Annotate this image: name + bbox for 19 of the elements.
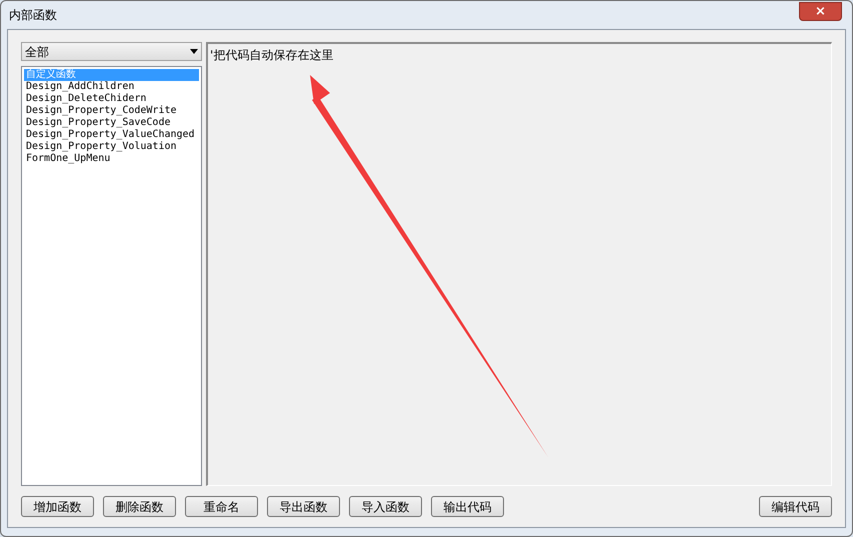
function-list-item[interactable]: Design_Property_Voluation [24,141,199,153]
close-button[interactable]: × [799,2,842,20]
function-list-item[interactable]: FormOne_UpMenu [24,153,199,165]
function-list-item[interactable]: Design_Property_ValueChanged [24,129,199,141]
filter-dropdown[interactable]: 全部 [21,42,202,61]
dropdown-arrow-icon [190,49,198,54]
action-button[interactable]: 输出代码 [431,496,504,517]
action-button[interactable]: 重命名 [185,496,258,517]
edit-code-button[interactable]: 编辑代码 [759,496,832,517]
action-button[interactable]: 导出函数 [267,496,340,517]
function-list-item[interactable]: Design_DeleteChidern [24,93,199,105]
action-button[interactable]: 导入函数 [349,496,422,517]
window-title: 内部函数 [9,7,57,24]
function-list-item[interactable]: Design_AddChildren [24,81,199,93]
code-editor[interactable]: '把代码自动保存在这里 [206,42,832,486]
function-list-item[interactable]: Design_Property_SaveCode [24,117,199,129]
action-button[interactable]: 增加函数 [21,496,94,517]
action-button[interactable]: 删除函数 [103,496,176,517]
function-list-item[interactable]: Design_Property_CodeWrite [24,105,199,117]
